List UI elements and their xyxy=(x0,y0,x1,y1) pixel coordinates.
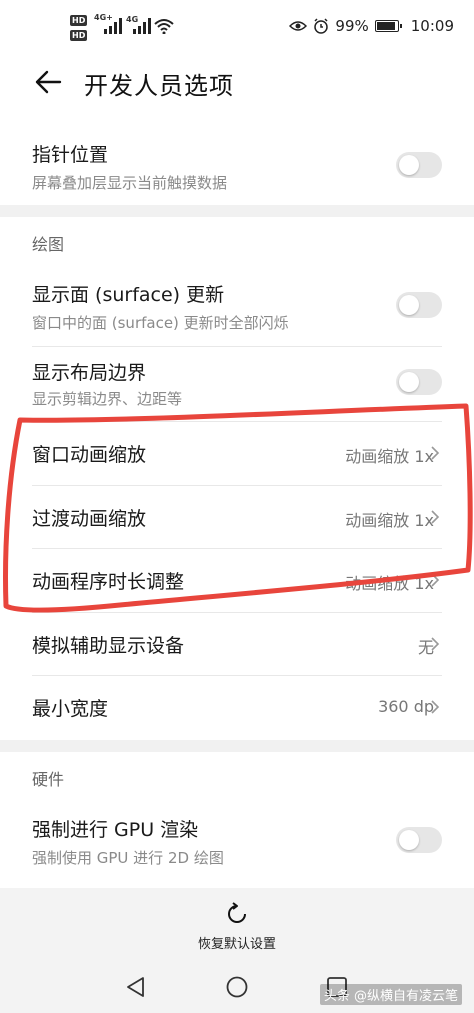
row-title: 过渡动画缩放 xyxy=(32,508,147,530)
toggle-knob xyxy=(399,830,419,850)
pointer-location-row[interactable]: 指针位置 屏幕叠加层显示当前触摸数据 xyxy=(0,130,474,202)
section-label-hardware: 硬件 xyxy=(32,770,65,789)
reset-icon[interactable] xyxy=(223,900,251,928)
hd-badge: HD xyxy=(70,15,88,26)
row-title: 模拟辅助显示设备 xyxy=(32,635,185,657)
row-value: 360 dp xyxy=(378,697,434,716)
reset-defaults-button[interactable]: 恢复默认设置 xyxy=(0,933,474,952)
back-arrow-icon[interactable] xyxy=(34,68,62,96)
section-label-drawing: 绘图 xyxy=(32,235,65,254)
row-subtitle: 屏幕叠加层显示当前触摸数据 xyxy=(32,174,228,192)
row-value: 动画缩放 1x xyxy=(345,511,434,530)
section-separator xyxy=(0,205,474,217)
row-title: 动画程序时长调整 xyxy=(32,571,185,593)
row-subtitle: 强制使用 GPU 进行 2D 绘图 xyxy=(32,849,224,867)
divider xyxy=(32,548,442,549)
watermark: 头条 @纵横自有凌云笔 xyxy=(319,984,462,1005)
section-separator xyxy=(0,740,474,752)
row-title: 指针位置 xyxy=(32,144,109,166)
divider xyxy=(32,612,442,613)
chevron-right-icon xyxy=(431,700,440,714)
toggle-knob xyxy=(399,372,419,392)
surface-updates-row[interactable]: 显示面 (surface) 更新 窗口中的面 (surface) 更新时全部闪烁 xyxy=(0,270,474,342)
bottom-bar: 恢复默认设置 头条 @纵横自有凌云笔 xyxy=(0,888,474,1013)
simulate-secondary-display-row[interactable]: 模拟辅助显示设备 无 xyxy=(0,614,474,676)
signal-icon xyxy=(133,18,151,34)
row-title: 显示布局边界 xyxy=(32,362,147,384)
clock: 10:09 xyxy=(410,17,454,35)
row-title: 窗口动画缩放 xyxy=(32,444,147,466)
chevron-right-icon xyxy=(431,510,440,524)
toggle-knob xyxy=(399,155,419,175)
animator-duration-scale-row[interactable]: 动画程序时长调整 动画缩放 1x xyxy=(0,550,474,612)
row-value: 动画缩放 1x xyxy=(345,574,434,593)
chevron-right-icon xyxy=(431,573,440,587)
signal-icon xyxy=(104,18,122,34)
transition-animation-scale-row[interactable]: 过渡动画缩放 动画缩放 1x xyxy=(0,487,474,549)
nav-back-icon[interactable] xyxy=(125,976,147,998)
status-bar: HD HD 4G+ 4G 99% 10:09 xyxy=(0,0,474,56)
page-title: 开发人员选项 xyxy=(84,72,234,100)
row-title: 强制进行 GPU 渲染 xyxy=(32,819,199,841)
battery-icon xyxy=(374,20,402,32)
force-gpu-rendering-row[interactable]: 强制进行 GPU 渲染 强制使用 GPU 进行 2D 绘图 xyxy=(0,805,474,881)
window-animation-scale-row[interactable]: 窗口动画缩放 动画缩放 1x xyxy=(0,423,474,485)
nav-home-icon[interactable] xyxy=(226,976,248,998)
surface-updates-toggle[interactable] xyxy=(396,292,442,318)
toggle-knob xyxy=(399,295,419,315)
divider xyxy=(32,675,442,676)
eye-icon xyxy=(289,21,308,31)
wifi-icon xyxy=(154,19,174,34)
app-header: 开发人员选项 xyxy=(0,56,474,116)
row-title: 显示面 (surface) 更新 xyxy=(32,284,225,306)
alarm-icon xyxy=(314,18,329,34)
chevron-right-icon xyxy=(431,446,440,460)
status-right: 99% 10:09 xyxy=(289,17,454,35)
pointer-location-toggle[interactable] xyxy=(396,152,442,178)
row-value: 动画缩放 1x xyxy=(345,447,434,466)
battery-percent: 99% xyxy=(335,17,369,35)
row-subtitle: 显示剪辑边界、边距等 xyxy=(32,390,183,408)
row-subtitle: 窗口中的面 (surface) 更新时全部闪烁 xyxy=(32,314,289,332)
smallest-width-row[interactable]: 最小宽度 360 dp xyxy=(0,677,474,739)
divider xyxy=(32,346,442,347)
hd-badge: HD xyxy=(70,30,88,41)
divider xyxy=(32,485,442,486)
row-title: 最小宽度 xyxy=(32,698,109,720)
layout-bounds-toggle[interactable] xyxy=(396,369,442,395)
divider xyxy=(32,421,442,422)
chevron-right-icon xyxy=(431,637,440,651)
layout-bounds-row[interactable]: 显示布局边界 显示剪辑边界、边距等 xyxy=(0,348,474,418)
force-gpu-toggle[interactable] xyxy=(396,827,442,853)
